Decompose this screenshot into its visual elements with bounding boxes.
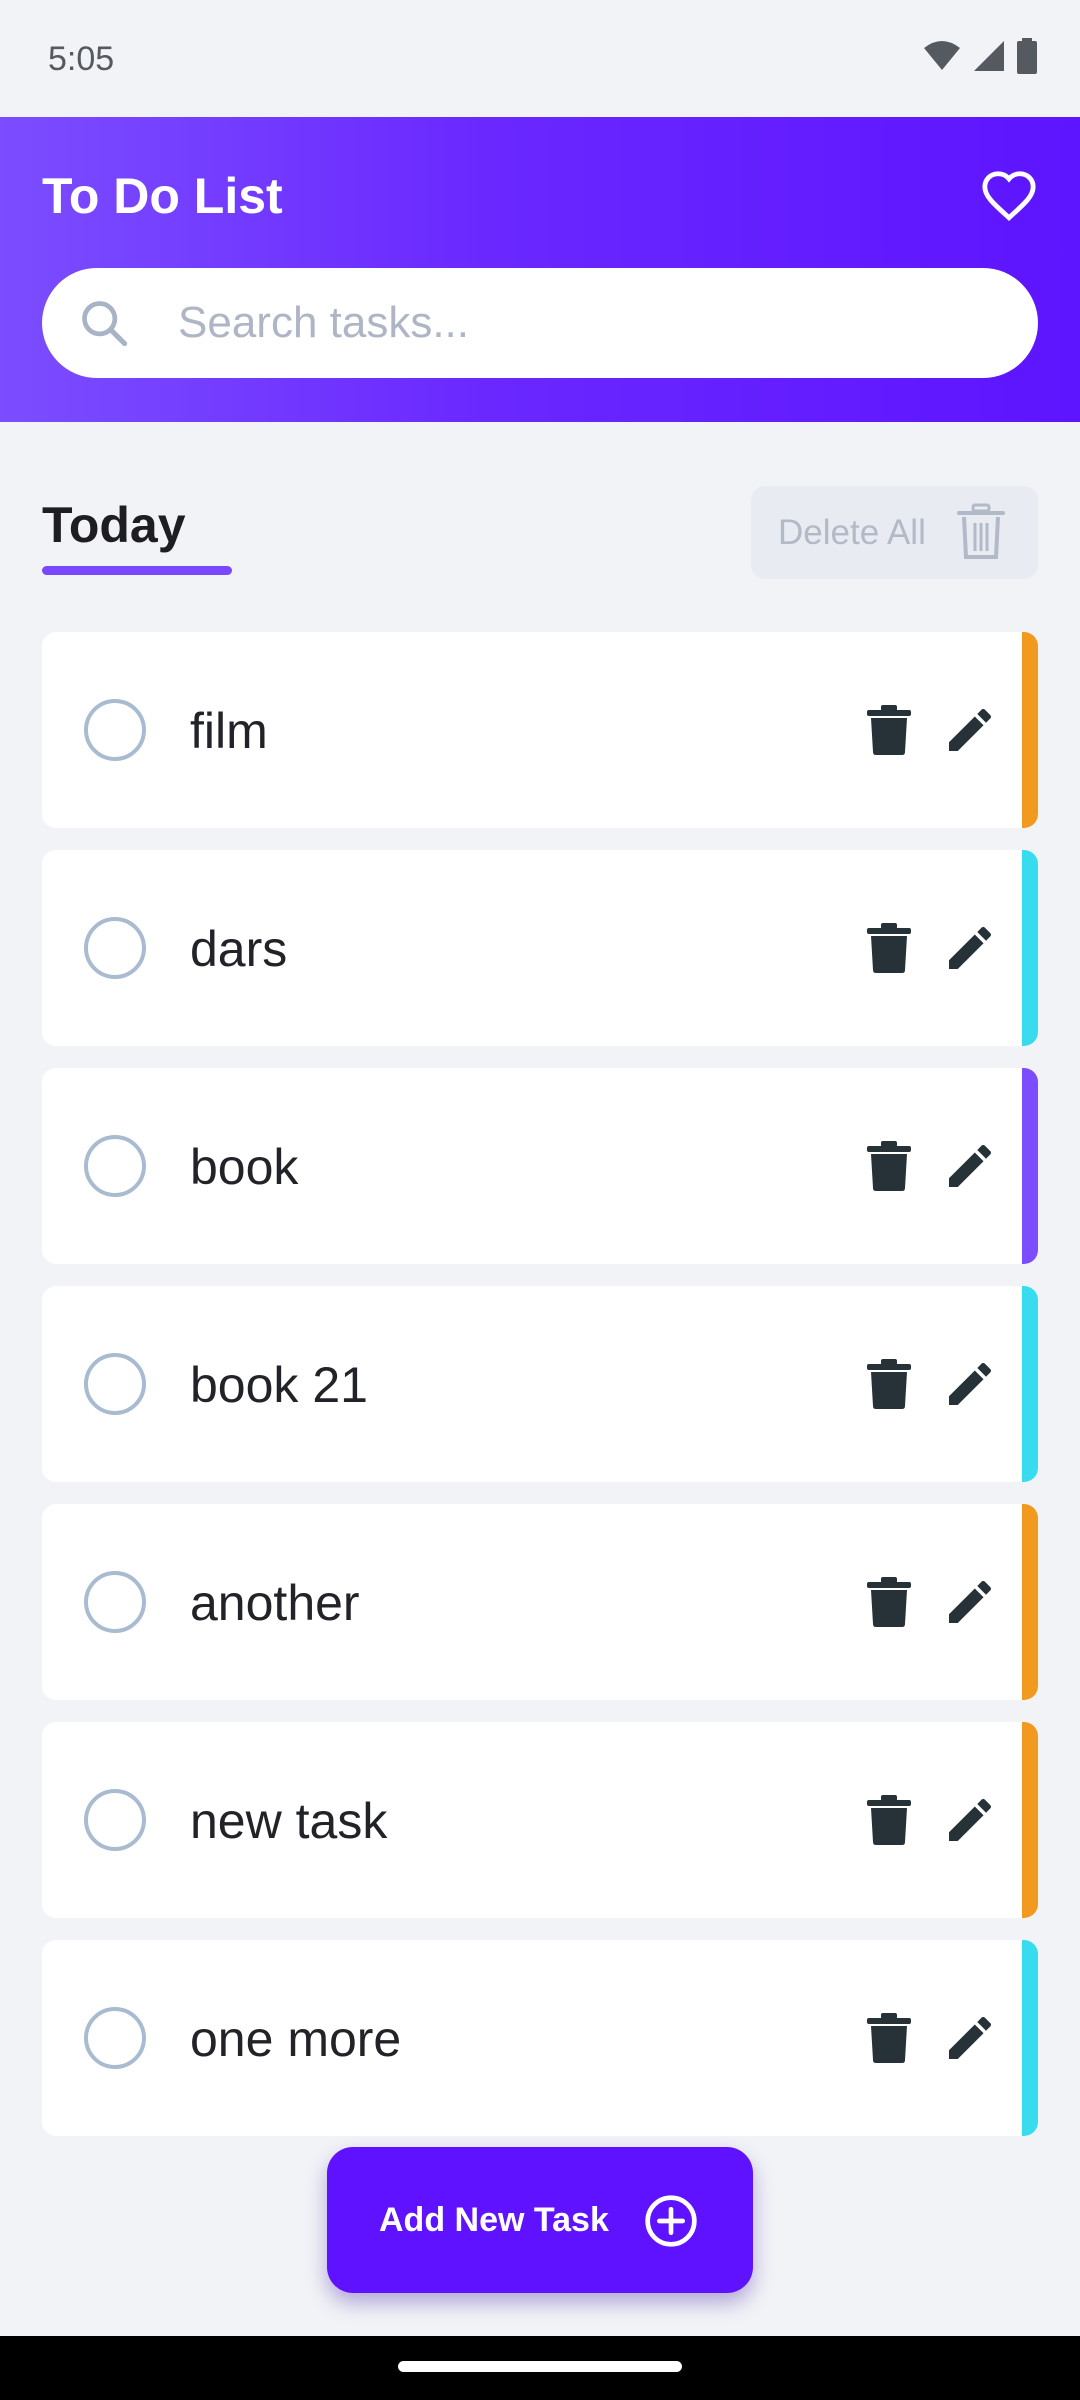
- delete-all-label: Delete All: [778, 512, 926, 552]
- edit-task-pencil-icon[interactable]: [942, 920, 998, 976]
- add-new-task-label: Add New Task: [379, 2200, 609, 2239]
- edit-task-pencil-icon[interactable]: [942, 1792, 998, 1848]
- task-checkbox[interactable]: [84, 699, 146, 761]
- task-priority-bar: [1022, 632, 1038, 828]
- search-icon: [82, 301, 128, 347]
- task-label: one more: [190, 2011, 402, 2067]
- task-item[interactable]: one more: [42, 1940, 1038, 2136]
- task-checkbox[interactable]: [84, 1789, 146, 1851]
- trash-outline-icon: [957, 503, 1005, 559]
- edit-task-pencil-icon[interactable]: [942, 702, 998, 758]
- edit-task-pencil-icon[interactable]: [942, 1356, 998, 1412]
- wifi-icon: [924, 41, 960, 70]
- add-circle-icon: [645, 2195, 697, 2247]
- tab-active-indicator: [42, 566, 232, 575]
- delete-task-trash-icon[interactable]: [864, 1576, 914, 1628]
- task-label: book 21: [190, 1357, 368, 1413]
- app-header: To Do List: [0, 117, 1080, 422]
- task-item[interactable]: another: [42, 1504, 1038, 1700]
- status-icons: [922, 38, 1038, 74]
- task-checkbox[interactable]: [84, 1353, 146, 1415]
- delete-all-button[interactable]: Delete All: [751, 486, 1038, 579]
- favorite-heart-icon[interactable]: [980, 167, 1038, 225]
- task-checkbox[interactable]: [84, 1571, 146, 1633]
- task-priority-bar: [1022, 1940, 1038, 2136]
- task-item[interactable]: film: [42, 632, 1038, 828]
- task-checkbox[interactable]: [84, 917, 146, 979]
- task-checkbox[interactable]: [84, 2007, 146, 2069]
- home-gesture-handle[interactable]: [398, 2361, 682, 2372]
- edit-task-pencil-icon[interactable]: [942, 1574, 998, 1630]
- search-input[interactable]: [178, 268, 998, 378]
- task-label: dars: [190, 921, 288, 977]
- task-label: new task: [190, 1793, 388, 1849]
- task-label: film: [190, 703, 268, 759]
- edit-task-pencil-icon[interactable]: [942, 2010, 998, 2066]
- delete-task-trash-icon[interactable]: [864, 1358, 914, 1410]
- task-priority-bar: [1022, 850, 1038, 1046]
- delete-task-trash-icon[interactable]: [864, 704, 914, 756]
- task-checkbox[interactable]: [84, 1135, 146, 1197]
- task-item[interactable]: dars: [42, 850, 1038, 1046]
- task-priority-bar: [1022, 1286, 1038, 1482]
- add-new-task-button[interactable]: Add New Task: [327, 2147, 753, 2293]
- task-item[interactable]: book: [42, 1068, 1038, 1264]
- page-title: To Do List: [42, 168, 283, 224]
- battery-icon: [1017, 38, 1037, 74]
- status-bar: 5:05: [0, 0, 1080, 117]
- status-time: 5:05: [48, 40, 115, 78]
- task-label: book: [190, 1139, 299, 1195]
- task-item[interactable]: book 21: [42, 1286, 1038, 1482]
- signal-icon: [974, 41, 1004, 71]
- task-priority-bar: [1022, 1722, 1038, 1918]
- delete-task-trash-icon[interactable]: [864, 1140, 914, 1192]
- search-bar: [42, 268, 1038, 378]
- task-label: another: [190, 1575, 360, 1631]
- task-list: film dars book book 21 another new task …: [42, 632, 1038, 2158]
- edit-task-pencil-icon[interactable]: [942, 1138, 998, 1194]
- task-priority-bar: [1022, 1068, 1038, 1264]
- tab-today[interactable]: Today: [42, 496, 186, 554]
- delete-task-trash-icon[interactable]: [864, 2012, 914, 2064]
- system-navigation-bar: [0, 2336, 1080, 2400]
- task-item[interactable]: new task: [42, 1722, 1038, 1918]
- delete-task-trash-icon[interactable]: [864, 922, 914, 974]
- delete-task-trash-icon[interactable]: [864, 1794, 914, 1846]
- task-priority-bar: [1022, 1504, 1038, 1700]
